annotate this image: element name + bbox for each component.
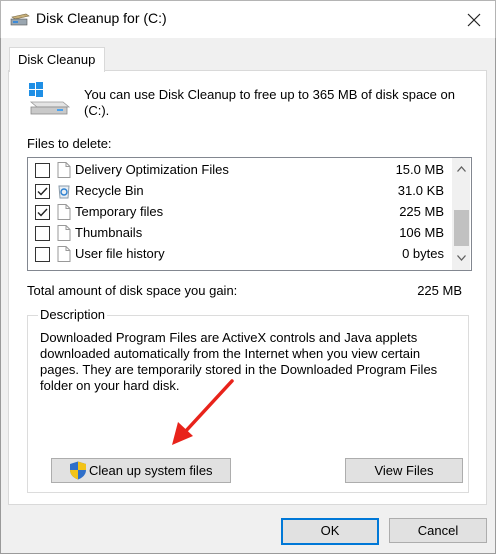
- description-group: Description Downloaded Program Files are…: [27, 307, 469, 493]
- scrollbar[interactable]: [452, 158, 470, 270]
- tab-disk-cleanup[interactable]: Disk Cleanup: [9, 47, 105, 72]
- list-item[interactable]: Temporary files 225 MB: [28, 202, 452, 223]
- scrollbar-thumb[interactable]: [454, 210, 469, 246]
- recycle-bin-icon: [58, 185, 70, 199]
- files-list[interactable]: Delivery Optimization Files 15.0 MB Recy…: [27, 157, 472, 271]
- view-files-button[interactable]: View Files: [345, 458, 463, 483]
- list-item[interactable]: Delivery Optimization Files 15.0 MB: [28, 160, 452, 181]
- checkbox[interactable]: [35, 247, 50, 262]
- item-size: 15.0 MB: [395, 162, 444, 177]
- ok-button[interactable]: OK: [281, 518, 379, 545]
- button-label: OK: [320, 523, 340, 538]
- item-size: 106 MB: [399, 225, 444, 240]
- checkbox[interactable]: [35, 163, 50, 178]
- intro-text: You can use Disk Cleanup to free up to 3…: [84, 87, 455, 118]
- shield-icon: [70, 461, 86, 480]
- disk-cleanup-icon: [10, 13, 30, 26]
- file-icon: [57, 162, 71, 178]
- description-legend: Description: [38, 307, 108, 322]
- scroll-down-icon[interactable]: [457, 255, 466, 261]
- item-name: User file history: [75, 246, 165, 261]
- item-name: Temporary files: [75, 204, 164, 219]
- button-label: Cancel: [417, 523, 459, 538]
- close-button[interactable]: [459, 6, 489, 34]
- total-value: 225 MB: [417, 283, 462, 298]
- file-icon: [57, 246, 71, 262]
- checkbox[interactable]: [35, 184, 50, 199]
- file-icon: [57, 204, 71, 220]
- total-label: Total amount of disk space you gain:: [27, 283, 238, 298]
- item-size: 31.0 KB: [397, 183, 444, 198]
- annotation-arrow-icon: [172, 379, 234, 445]
- checkbox[interactable]: [35, 226, 50, 241]
- title-bar[interactable]: Disk Cleanup for (C:): [0, 0, 496, 38]
- list-item[interactable]: Thumbnails 106 MB: [28, 223, 452, 244]
- cancel-button[interactable]: Cancel: [389, 518, 487, 543]
- scroll-up-icon[interactable]: [457, 166, 466, 172]
- tab-panel: You can use Disk Cleanup to free up to 3…: [8, 70, 487, 505]
- button-label: View Files: [374, 463, 434, 478]
- item-name: Delivery Optimization Files: [75, 162, 229, 177]
- list-item[interactable]: User file history 0 bytes: [28, 244, 452, 265]
- file-icon: [57, 225, 71, 241]
- checkmark-icon: [37, 187, 48, 196]
- list-item[interactable]: Recycle Bin 31.0 KB: [28, 181, 452, 202]
- files-to-delete-label: Files to delete:: [27, 136, 112, 151]
- button-label: Clean up system files: [89, 463, 213, 478]
- drive-icon: [29, 82, 71, 115]
- close-icon: [467, 13, 481, 27]
- checkmark-icon: [37, 208, 48, 217]
- item-size: 225 MB: [399, 204, 444, 219]
- item-size: 0 bytes: [402, 246, 444, 261]
- clean-up-system-files-button[interactable]: Clean up system files: [51, 458, 231, 483]
- description-text: Downloaded Program Files are ActiveX con…: [40, 330, 438, 393]
- item-name: Recycle Bin: [75, 183, 144, 198]
- checkbox[interactable]: [35, 205, 50, 220]
- window-title: Disk Cleanup for (C:): [36, 10, 167, 26]
- item-name: Thumbnails: [75, 225, 143, 240]
- tab-label: Disk Cleanup: [18, 52, 96, 67]
